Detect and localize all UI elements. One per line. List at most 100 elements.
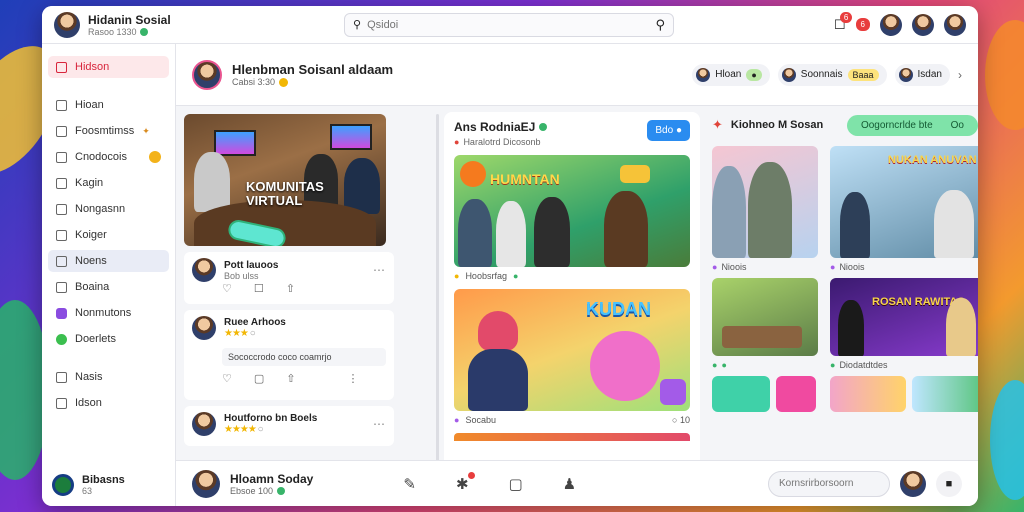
profile-title: Hlenbman Soisanl aldaam [232, 62, 394, 77]
profile-header: Hlenbman Soisanl aldaam Cabsi 3:30 Hloan… [176, 44, 978, 106]
media-tile[interactable]: NUKAN ANUVAN [830, 146, 978, 258]
message-input[interactable] [768, 470, 890, 497]
app-sub-text: Rasoo 1330 [88, 26, 137, 37]
sidebar-item[interactable]: Cnodocois [48, 146, 169, 168]
user-avatar[interactable] [944, 13, 966, 36]
beanie-character-icon [478, 311, 518, 351]
more-options-icon[interactable]: ⋯ [373, 263, 386, 277]
rating-stars-icon: ★★★★ ○ [224, 424, 264, 435]
sticker-tile[interactable] [912, 376, 978, 412]
center-action-button[interactable]: Bdo ● [647, 120, 690, 141]
sidebar-item[interactable]: Idson [48, 392, 169, 414]
bottom-user-avatar[interactable] [900, 470, 926, 497]
like-icon[interactable]: ♡ [222, 282, 232, 295]
tile-banner-text: NUKAN ANUVAN [888, 154, 977, 166]
sidebar-item[interactable]: Nonmutons [48, 302, 169, 324]
profile-subtitle: Cabsi 3:30 [232, 77, 393, 87]
sidebar-item-label: Foosmtimss [75, 125, 135, 137]
community-hero-image[interactable]: KOMUNITAS VIRTUAL [184, 114, 386, 246]
notification-icon[interactable]: ☐ 6 [834, 11, 853, 33]
post-avatar[interactable] [192, 412, 216, 436]
square-icon [56, 203, 67, 215]
sidebar-item[interactable]: Kagin [48, 172, 169, 194]
friend-chip[interactable]: Soonnais Baaa [777, 63, 887, 86]
bottom-subtitle: Ebsoe 100 [230, 486, 313, 496]
sidebar-item-label: Kagin [75, 177, 104, 189]
sticker-tile[interactable] [776, 376, 816, 412]
person-figure [840, 192, 870, 258]
sidebar-item[interactable]: Nasis [48, 366, 169, 388]
app-subtitle: Rasoo 1330 [88, 27, 171, 37]
sidebar-item[interactable]: Hioan [48, 94, 169, 116]
scrollbar[interactable] [436, 114, 439, 494]
comment-icon[interactable]: ☐ [254, 282, 264, 295]
like-icon[interactable]: ♡ [222, 372, 232, 385]
leaf-logo-icon [52, 474, 74, 496]
sidebar-item[interactable]: Foosmtimss ✦ [48, 120, 169, 142]
toy-icon [660, 379, 686, 405]
person-figure [748, 162, 792, 258]
chevron-right-icon[interactable]: › [958, 68, 962, 82]
person-figure [946, 298, 976, 356]
sticker-tile[interactable] [830, 376, 906, 412]
chip-avatar [898, 67, 913, 82]
sidebar-item[interactable]: Nongasnn [48, 198, 169, 220]
tile-meta: ● Hoobsrfag ● [454, 271, 690, 281]
next-tile-preview[interactable] [454, 433, 690, 441]
sidebar-item[interactable]: Koiger [48, 224, 169, 246]
friend-chip[interactable]: Isdan [894, 63, 950, 86]
edit-icon[interactable]: ✎ [403, 475, 416, 493]
sidebar-item[interactable]: Hidson [48, 56, 169, 78]
person-figure [344, 158, 380, 214]
tile-caption: Socabu [465, 415, 496, 425]
profile-avatar[interactable] [192, 59, 222, 90]
tag-icon[interactable]: ✱ [456, 471, 475, 493]
media-tile[interactable] [712, 278, 818, 356]
tile-meta: ● ● [712, 360, 818, 370]
bottom-avatar[interactable] [192, 469, 220, 498]
main-content: Hlenbman Soisanl aldaam Cabsi 3:30 Hloan… [176, 44, 978, 506]
right-button-label: Oogorncrlde bte [860, 119, 933, 131]
right-action-button[interactable]: Oogorncrlde bte Oo [846, 114, 978, 136]
friend-avatar[interactable] [880, 13, 902, 36]
sidebar-item[interactable]: Noens [48, 250, 169, 272]
gift-icon[interactable]: ■ [936, 470, 962, 497]
friend-avatar[interactable] [912, 13, 934, 36]
brand-avatar[interactable] [54, 11, 80, 38]
search-box[interactable]: ⚲ ⚲ [344, 12, 674, 37]
sidebar-item[interactable]: Doerlets [48, 328, 169, 350]
right-title: Kiohneo M Sosan [730, 119, 824, 131]
post-avatar[interactable] [192, 316, 216, 340]
share-icon[interactable]: ⇧ [286, 372, 295, 385]
tv-screen [214, 130, 256, 156]
share-icon[interactable]: ⇧ [286, 282, 295, 295]
search-input[interactable] [367, 18, 650, 31]
media-tile[interactable]: ROSAN RAWITAS [830, 278, 978, 356]
community-photo-tile[interactable]: HUMNTAN [454, 155, 690, 267]
post-avatar[interactable] [192, 258, 216, 282]
emoji-icon: ✦ [142, 125, 150, 136]
media-tile[interactable] [712, 146, 818, 258]
footer-title: Bibasns [82, 474, 125, 486]
person-figure [194, 152, 230, 212]
post-card: Ruee Arhoos ★★★ ○ Sococcrodo coco coamrj… [184, 310, 394, 400]
sticker-tile[interactable] [712, 376, 770, 412]
hero-caption-line-1: KOMUNITAS [246, 179, 324, 194]
search-submit-icon[interactable]: ⚲ [655, 17, 665, 33]
image-icon[interactable]: ▢ [254, 372, 264, 385]
sidebar-footer[interactable]: Bibasns 63 [52, 474, 125, 496]
profile-icon[interactable]: ♟ [563, 475, 576, 493]
friend-chip[interactable]: Hloan ● [692, 63, 770, 86]
mascot-icon [460, 161, 486, 187]
chip-avatar [696, 67, 711, 82]
animation-tile[interactable]: KUDAN [454, 289, 690, 411]
more-options-icon[interactable]: ⋯ [373, 417, 386, 431]
bag-icon[interactable]: ▢ [509, 475, 523, 493]
center-title-text: Ans RodniaEJ [454, 120, 536, 134]
message-badge[interactable]: 6 [855, 18, 870, 31]
tile-stat-value: 10 [679, 415, 690, 425]
tile-meta: ● Diodatdtdes [830, 360, 978, 370]
sidebar-item[interactable]: Boaina [48, 276, 169, 298]
app-title: Hidanin Sosial [88, 12, 171, 27]
more-icon[interactable]: ⋮ [348, 372, 359, 385]
